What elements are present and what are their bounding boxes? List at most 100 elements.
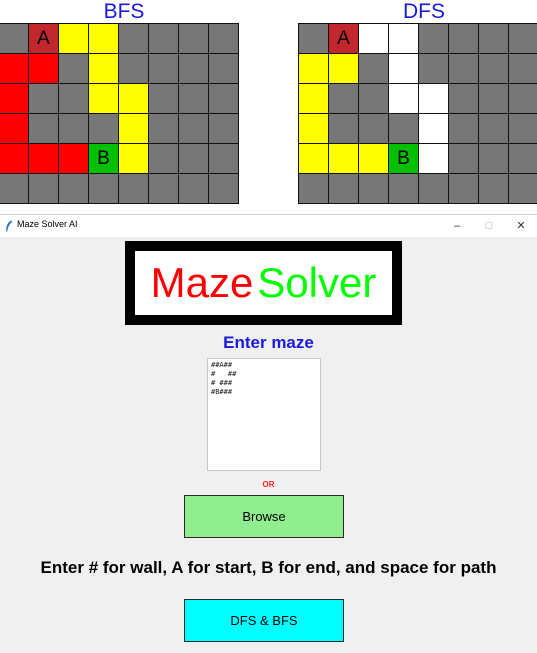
wall-cell [479,114,509,144]
wall-cell [89,174,119,204]
maze-input[interactable] [207,358,321,471]
start-cell: A [329,24,359,54]
wall-cell [149,54,179,84]
explored-cell [0,54,29,84]
wall-cell [449,144,479,174]
path-cell [329,144,359,174]
wall-cell [449,84,479,114]
open-cell [389,24,419,54]
path-cell [119,144,149,174]
wall-cell [29,174,59,204]
path-cell [299,114,329,144]
open-cell [419,114,449,144]
or-label: OR [262,480,275,489]
wall-cell [89,114,119,144]
wall-cell [179,114,209,144]
wall-cell [329,174,359,204]
wall-cell [509,24,537,54]
explored-cell [0,114,29,144]
wall-cell [29,84,59,114]
explored-cell [0,84,29,114]
wall-cell [209,114,239,144]
bfs-title: BFS [103,0,145,23]
path-cell [299,84,329,114]
start-cell: A [29,24,59,54]
open-cell [389,84,419,114]
wall-cell [119,174,149,204]
wall-cell [209,84,239,114]
wall-cell [149,174,179,204]
path-cell [359,144,389,174]
wall-cell [149,114,179,144]
wall-cell [479,174,509,204]
wall-cell [419,174,449,204]
enter-maze-label: Enter maze [223,333,314,352]
close-button[interactable]: ✕ [506,215,536,237]
open-cell [419,84,449,114]
path-cell [89,54,119,84]
minimize-button[interactable]: – [442,215,472,237]
wall-cell [179,54,209,84]
wall-cell [449,114,479,144]
maze-solver-window: Maze Solver AI – □ ✕ Maze Solver Enter ma… [0,214,537,653]
path-cell [89,24,119,54]
end-cell: B [389,144,419,174]
open-cell [359,24,389,54]
path-cell [299,144,329,174]
title-bar[interactable]: Maze Solver AI – □ ✕ [0,215,537,237]
wall-cell [479,24,509,54]
wall-cell [59,174,89,204]
path-cell [299,54,329,84]
wall-cell [59,114,89,144]
path-cell [89,84,119,114]
wall-cell [179,174,209,204]
logo-maze: Maze [150,259,254,306]
path-cell [119,114,149,144]
wall-cell [359,174,389,204]
dfs-title: DFS [403,0,445,23]
wall-cell [509,84,537,114]
wall-cell [449,24,479,54]
wall-cell [179,144,209,174]
wall-cell [479,54,509,84]
wall-cell [29,114,59,144]
wall-cell [449,174,479,204]
wall-cell [209,174,239,204]
wall-cell [479,84,509,114]
wall-cell [359,54,389,84]
path-cell [119,84,149,114]
wall-cell [449,54,479,84]
path-cell [329,54,359,84]
wall-cell [209,144,239,174]
wall-cell [509,174,537,204]
wall-cell [509,114,537,144]
maximize-button[interactable]: □ [474,215,504,237]
wall-cell [299,24,329,54]
browse-button[interactable]: Browse [184,495,344,538]
dfs-bfs-button[interactable]: DFS & BFS [184,599,344,642]
instructions-text: Enter # for wall, A for start, B for end… [40,558,497,577]
wall-cell [149,24,179,54]
wall-cell [419,24,449,54]
open-cell [419,144,449,174]
feather-icon [6,220,13,232]
wall-cell [179,84,209,114]
wall-cell [209,24,239,54]
path-cell [59,24,89,54]
open-cell [389,54,419,84]
wall-cell [389,114,419,144]
wall-cell [149,84,179,114]
wall-cell [359,84,389,114]
explored-cell [29,54,59,84]
app-logo: Maze Solver [125,241,402,325]
wall-cell [59,84,89,114]
logo-text: Maze Solver [135,251,392,315]
explored-cell [29,144,59,174]
wall-cell [479,144,509,174]
wall-cell [389,174,419,204]
explored-cell [0,144,29,174]
wall-cell [149,144,179,174]
wall-cell [119,24,149,54]
wall-cell [119,54,149,84]
wall-cell [0,24,29,54]
